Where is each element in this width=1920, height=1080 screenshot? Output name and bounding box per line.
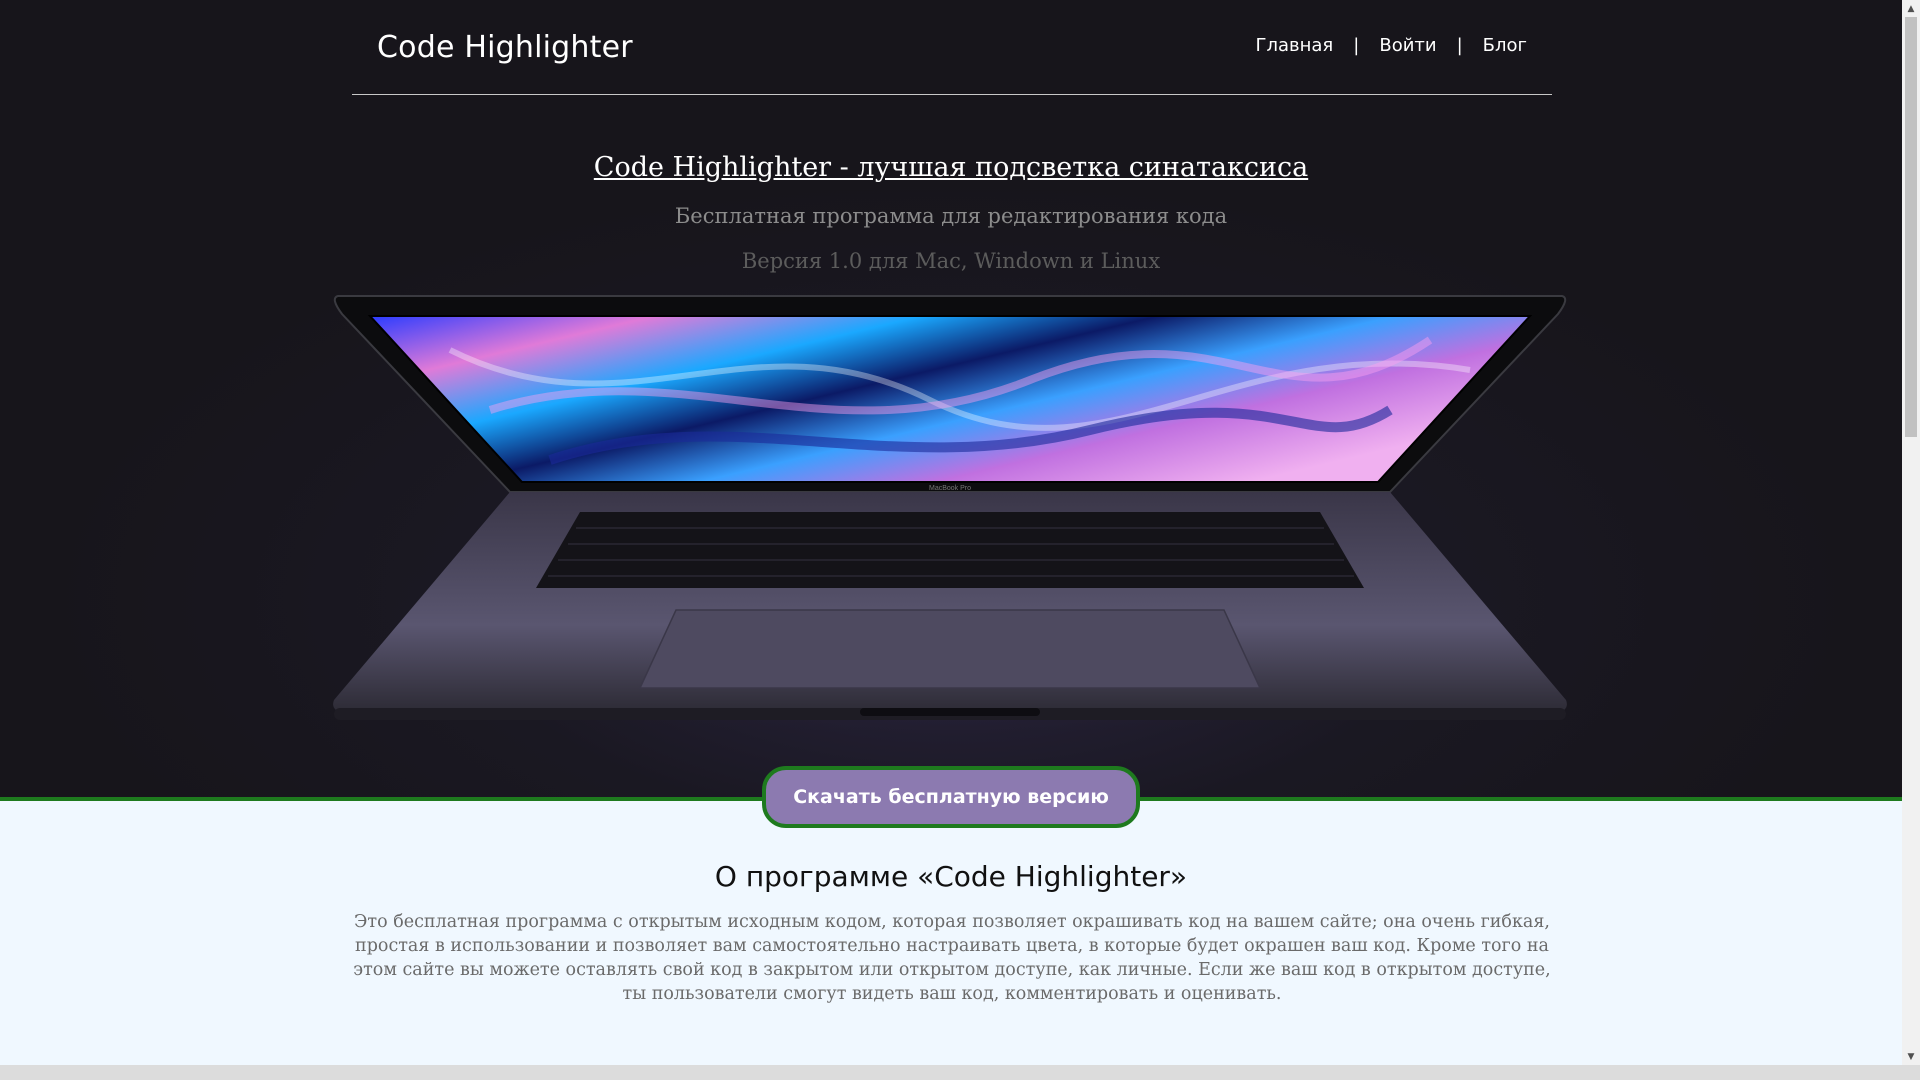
hero-title[interactable]: Code Highlighter - лучшая подсветка сина…: [0, 152, 1902, 183]
nav-login-link[interactable]: Войти: [1379, 35, 1436, 56]
scroll-up-arrow-icon[interactable]: ▲: [1902, 0, 1920, 17]
scroll-down-arrow-icon[interactable]: ▼: [1902, 1048, 1920, 1065]
site-logo[interactable]: Code Highlighter: [377, 30, 633, 65]
nav-separator: |: [1456, 35, 1463, 56]
vertical-scrollbar[interactable]: ▲ ▼: [1902, 0, 1920, 1065]
laptop-model-label: MacBook Pro: [929, 485, 971, 492]
hero-subtitle: Бесплатная программа для редактирования …: [674, 204, 1228, 228]
scrollbar-corner: [1902, 1065, 1920, 1080]
download-free-button[interactable]: Скачать бесплатную версию: [762, 766, 1140, 828]
nav-home-link[interactable]: Главная: [1256, 35, 1334, 56]
hero-version-text: Версия 1.0 для Mac, Windown и Linux: [741, 249, 1161, 273]
laptop-trackpad: [638, 609, 1262, 689]
site-header: Code Highlighter Главная | Войти | Блог: [352, 0, 1552, 95]
nav-separator: |: [1353, 35, 1360, 56]
scrollbar-thumb[interactable]: [1905, 17, 1917, 437]
main-nav: Главная | Войти | Блог: [1256, 35, 1527, 56]
about-title: О программе «Code Highlighter»: [714, 860, 1188, 893]
nav-blog-link[interactable]: Блог: [1483, 35, 1527, 56]
about-section: О программе «Code Highlighter» Это беспл…: [0, 801, 1902, 1065]
about-description: Это бесплатная программа с открытым исхо…: [353, 912, 1551, 1004]
laptop-image: MacBook Pro: [330, 295, 1570, 730]
horizontal-scrollbar[interactable]: [0, 1065, 1902, 1080]
hero-section: Code Highlighter Главная | Войти | Блог …: [0, 0, 1902, 801]
